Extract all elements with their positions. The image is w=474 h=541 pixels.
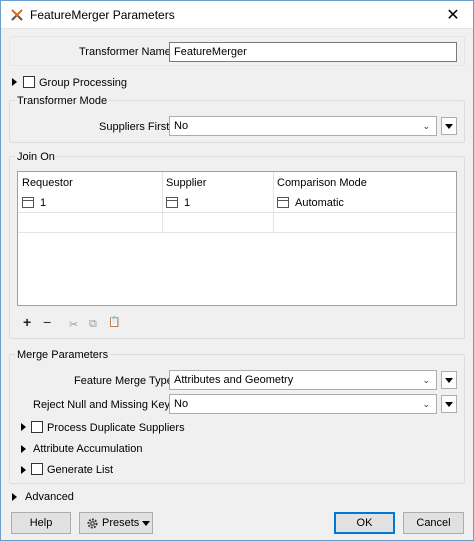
feature-merge-type-label: Feature Merge Type: [74,375,176,387]
paste-icon[interactable]: 📋 [108,317,120,328]
transformer-name-label: Transformer Name: [79,46,174,58]
caret-down-icon [142,521,150,526]
close-icon[interactable]: ✕ [443,5,463,25]
dialog-window: FeatureMerger Parameters ✕ Transformer N… [0,0,474,541]
presets-label: Presets [102,517,140,529]
transformer-name-input[interactable]: FeatureMerger [169,42,457,62]
chevron-down-icon: ⌄ [422,375,430,385]
attribute-accumulation-expander-icon[interactable] [21,445,26,453]
group-processing-expander-icon[interactable] [12,78,17,86]
column-header-requestor[interactable]: Requestor [22,177,73,189]
help-button[interactable]: Help [11,512,71,534]
attribute-accumulation-label[interactable]: Attribute Accumulation [33,443,142,455]
feature-merge-type-select[interactable]: Attributes and Geometry ⌄ [169,370,437,390]
column-header-supplier[interactable]: Supplier [166,177,206,189]
caret-down-icon [445,402,453,407]
generate-list-expander-icon[interactable] [21,466,26,474]
add-row-icon[interactable]: + [23,314,31,330]
group-processing-label: Group Processing [39,77,128,89]
caret-down-icon [445,124,453,129]
process-duplicate-expander-icon[interactable] [21,423,26,431]
merge-parameters-title: Merge Parameters [15,349,111,361]
ok-button[interactable]: OK [334,512,395,534]
chevron-down-icon: ⌄ [422,399,430,409]
title-bar: FeatureMerger Parameters ✕ [1,1,473,29]
gear-icon [87,518,98,529]
comparison-mode-cell[interactable]: Automatic [295,197,344,209]
presets-button[interactable]: Presets [79,512,153,534]
process-duplicate-label: Process Duplicate Suppliers [47,422,185,434]
transformer-mode-title: Transformer Mode [15,95,110,107]
row-divider [18,232,456,233]
reject-null-label: Reject Null and Missing Keys: [33,399,179,411]
reject-null-select[interactable]: No ⌄ [169,394,437,414]
comparison-mode-icon [277,197,289,208]
suppliers-first-options-button[interactable] [441,117,457,135]
suppliers-first-select[interactable]: No ⌄ [169,116,437,136]
advanced-expander-icon[interactable] [12,493,17,501]
feature-merge-type-options-button[interactable] [441,371,457,389]
advanced-label[interactable]: Advanced [25,491,74,503]
suppliers-first-value: No [174,120,189,132]
requestor-cell[interactable]: 1 [40,197,46,209]
join-keys-table: Requestor Supplier Comparison Mode 1 1 A… [17,171,457,306]
caret-down-icon [445,378,453,383]
table-row[interactable]: 1 1 Automatic [18,192,456,212]
group-processing-checkbox[interactable] [23,76,35,88]
process-duplicate-checkbox[interactable] [31,421,43,433]
fme-app-icon [11,9,23,21]
generate-list-label: Generate List [47,464,114,476]
supplier-cell[interactable]: 1 [184,197,190,209]
suppliers-first-label: Suppliers First: [99,121,173,133]
chevron-down-icon: ⌄ [422,121,430,131]
cancel-button[interactable]: Cancel [403,512,464,534]
column-header-comparison-mode[interactable]: Comparison Mode [277,177,367,189]
generate-list-checkbox[interactable] [31,463,43,475]
window-title: FeatureMerger Parameters [30,8,175,22]
join-on-title: Join On [15,151,57,163]
attribute-icon [166,197,178,208]
feature-merge-type-value: Attributes and Geometry [174,374,294,386]
remove-row-icon[interactable]: − [43,314,51,330]
cut-icon[interactable]: ✂ [69,318,78,331]
attribute-icon [22,197,34,208]
reject-null-value: No [174,398,189,410]
copy-icon[interactable]: ⧉ [89,318,97,331]
row-divider [18,212,456,213]
reject-null-options-button[interactable] [441,395,457,413]
